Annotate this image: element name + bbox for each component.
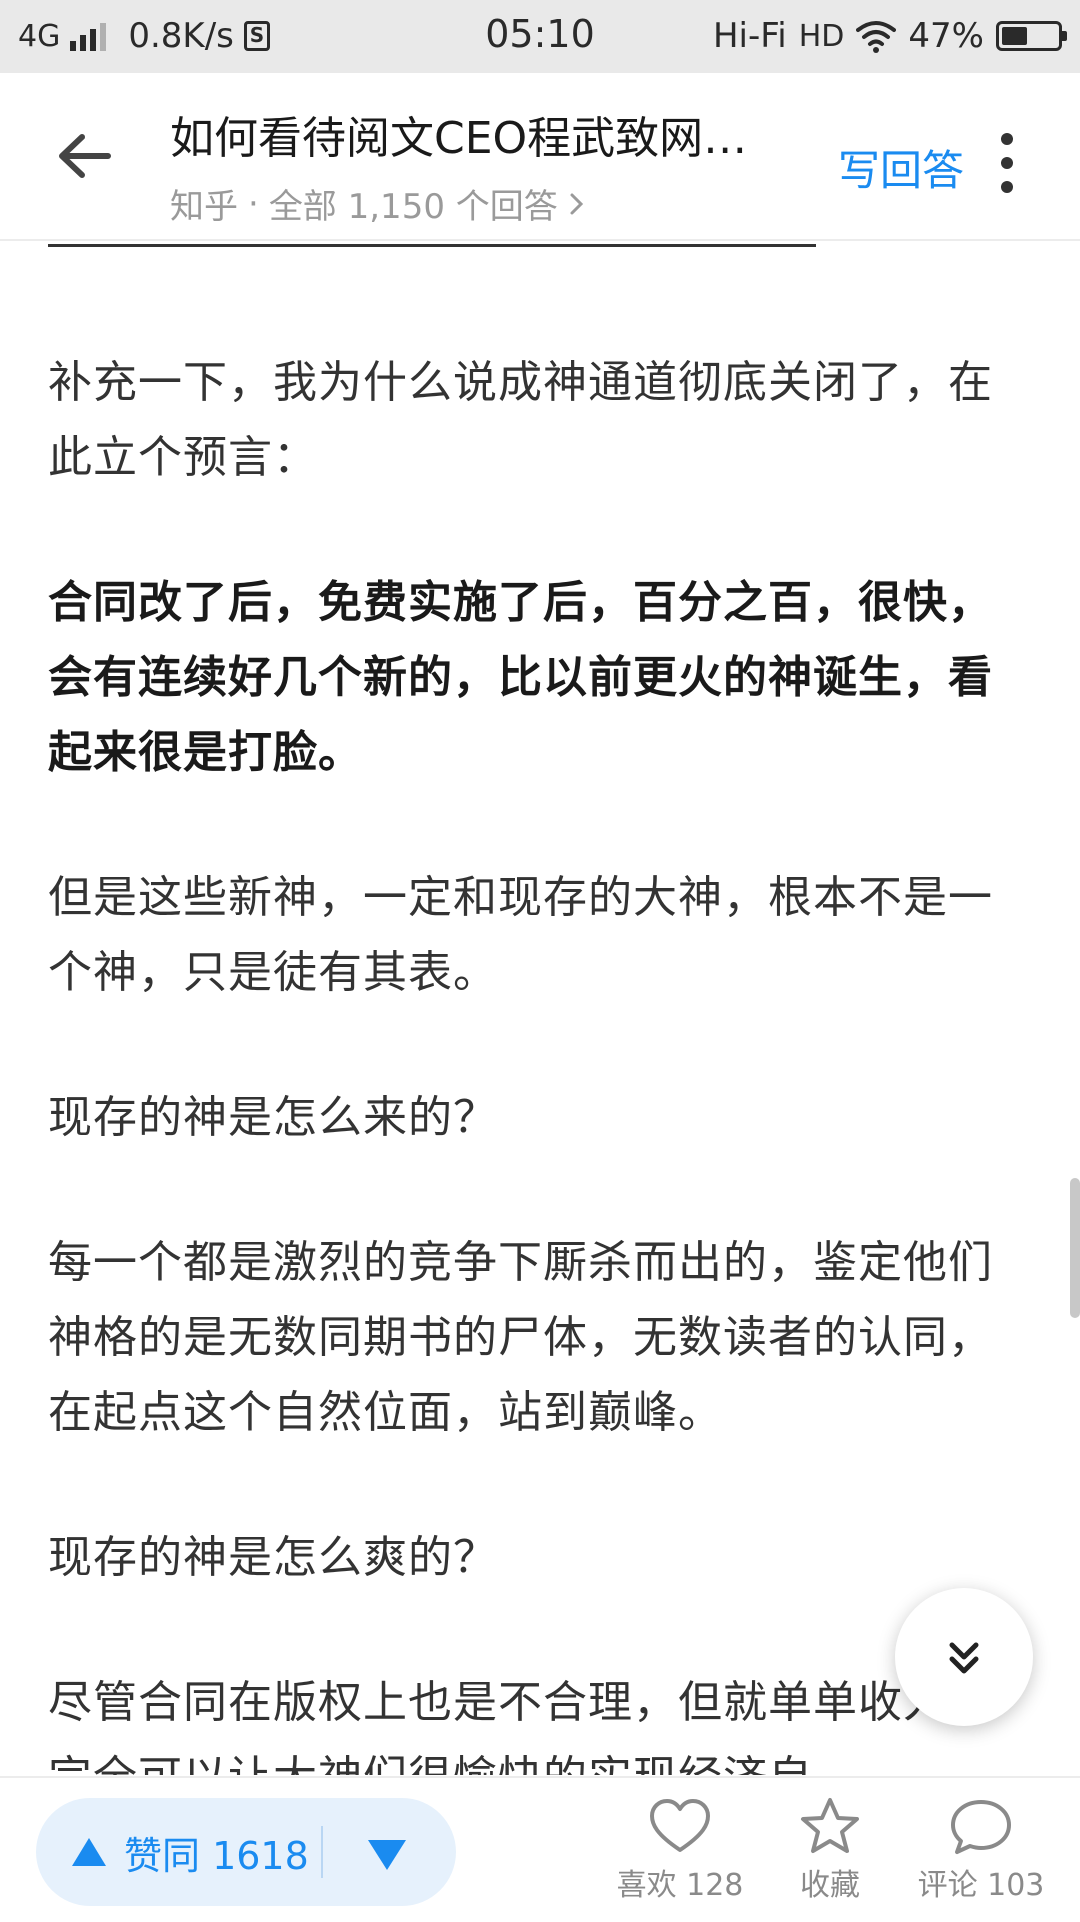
- hifi-label: Hi-Fi: [712, 16, 787, 56]
- bottom-action-bar: 赞同 1618 喜欢 128 收藏 评论 103: [0, 1776, 1080, 1922]
- paragraph: 每一个都是激烈的竞争下厮杀而出的，鉴定他们神格的是无数同期书的尸体，无数读者的认…: [48, 1237, 993, 1438]
- next-answer-button[interactable]: [895, 1588, 1033, 1726]
- chevron-right-icon: [570, 193, 583, 214]
- battery-percent: 47%: [908, 16, 984, 56]
- answer-content: 补充一下，我为什么说成神通道彻底关闭了，在此立个预言： 合同改了后，免费实施了后…: [48, 345, 1018, 1775]
- wifi-icon: [856, 21, 897, 53]
- paragraph: 现存的神是怎么来的？: [48, 1092, 498, 1143]
- back-arrow-icon[interactable]: [50, 121, 120, 191]
- paragraph: 补充一下，我为什么说成神通道彻底关闭了，在此立个预言：: [48, 357, 993, 483]
- hd-label: HD: [798, 18, 845, 54]
- collect-button[interactable]: 收藏: [755, 1796, 905, 1904]
- vote-divider: [321, 1826, 323, 1878]
- battery-icon: [996, 21, 1067, 51]
- downvote-button[interactable]: [362, 1828, 412, 1876]
- triangle-up-icon: [72, 1838, 106, 1866]
- status-bar: 4G 0.8K/s S 05:10 Hi-Fi HD 47%: [0, 0, 1080, 73]
- like-button[interactable]: 喜欢 128: [605, 1796, 755, 1904]
- status-right: Hi-Fi HD 47%: [712, 14, 1067, 58]
- more-options-icon[interactable]: [990, 133, 1024, 193]
- battery-fill: [1002, 27, 1028, 45]
- vote-pill: 赞同 1618: [36, 1798, 456, 1906]
- double-chevron-down-icon: [949, 1642, 979, 1674]
- comment-button[interactable]: 评论 103: [906, 1796, 1056, 1904]
- answers-count-link[interactable]: 全部 1,150 个回答: [269, 179, 558, 228]
- comment-bubble-icon: [951, 1800, 1011, 1854]
- meta-separator: ·: [248, 183, 259, 224]
- paragraph: 现存的神是怎么爽的？: [48, 1532, 498, 1583]
- paragraph: 但是这些新神，一定和现存的大神，根本不是一个神，只是徒有其表。: [48, 872, 993, 998]
- scrollbar-thumb[interactable]: [1070, 1178, 1080, 1318]
- upvote-button[interactable]: 赞同 1618: [70, 1798, 309, 1906]
- upvote-label: 赞同 1618: [124, 1833, 309, 1878]
- write-answer-button[interactable]: 写回答: [838, 137, 964, 198]
- paragraph-bold: 合同改了后，免费实施了后，百分之百，很快，会有连续好几个新的，比以前更火的神诞生…: [48, 577, 993, 778]
- question-title[interactable]: 如何看待阅文CEO程武致网…: [170, 109, 800, 169]
- top-app-bar: 如何看待阅文CEO程武致网… 知乎 · 全部 1,150 个回答 写回答: [0, 73, 1080, 241]
- question-header[interactable]: 如何看待阅文CEO程武致网… 知乎 · 全部 1,150 个回答: [170, 109, 800, 228]
- paragraph: 尽管合同在版权上也是不合理，但就单单收入，完全可以让大神们很愉快的实现经济自: [48, 1677, 992, 1775]
- like-label: 喜欢 128: [616, 1868, 744, 1903]
- star-icon: [801, 1798, 859, 1853]
- collect-label: 收藏: [800, 1868, 860, 1903]
- comment-label: 评论 103: [917, 1868, 1045, 1903]
- content-divider: [48, 244, 816, 247]
- heart-icon: [650, 1799, 710, 1852]
- question-meta[interactable]: 知乎 · 全部 1,150 个回答: [170, 179, 800, 228]
- source-label: 知乎: [170, 187, 238, 227]
